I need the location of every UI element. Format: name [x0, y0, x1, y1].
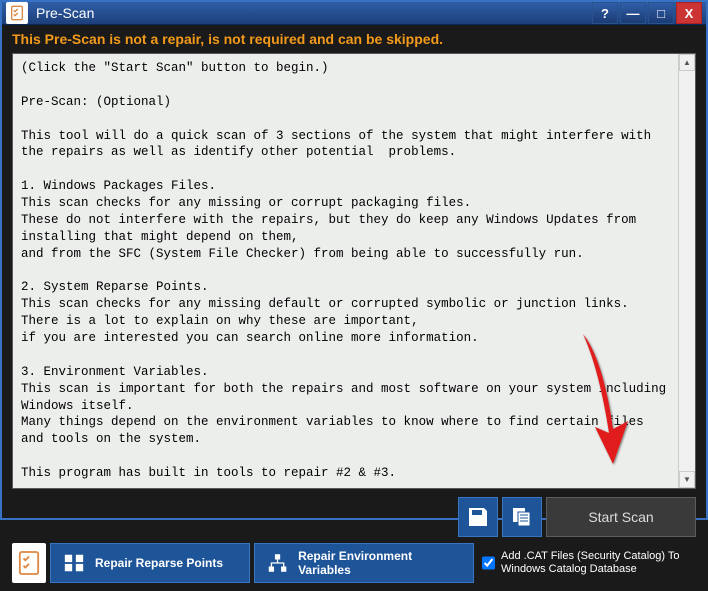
copy-button[interactable]: [502, 497, 542, 537]
titlebar[interactable]: Pre-Scan ? — □ X: [2, 2, 706, 25]
scroll-track[interactable]: [679, 71, 695, 471]
reparse-icon: [63, 552, 85, 574]
window-title: Pre-Scan: [36, 5, 592, 21]
close-button[interactable]: X: [676, 2, 702, 24]
checklist-icon: [12, 543, 46, 583]
add-cat-checkbox-row[interactable]: Add .CAT Files (Security Catalog) To Win…: [478, 543, 696, 583]
repair-reparse-button[interactable]: Repair Reparse Points: [50, 543, 250, 583]
minimize-button[interactable]: —: [620, 2, 646, 24]
warning-text: This Pre-Scan is not a repair, is not re…: [2, 25, 706, 49]
repair-env-button[interactable]: Repair Environment Variables: [254, 543, 474, 583]
scroll-down-arrow[interactable]: ▼: [679, 471, 695, 488]
scroll-up-arrow[interactable]: ▲: [679, 54, 695, 71]
app-icon: [6, 2, 28, 24]
action-row: Start Scan: [2, 491, 706, 541]
add-cat-label: Add .CAT Files (Security Catalog) To Win…: [501, 550, 696, 576]
bottom-toolbar: Repair Reparse Points Repair Environment…: [2, 541, 706, 591]
scan-output-panel: (Click the "Start Scan" button to begin.…: [12, 53, 696, 489]
help-button[interactable]: ?: [592, 2, 618, 24]
start-scan-button[interactable]: Start Scan: [546, 497, 696, 537]
save-button[interactable]: [458, 497, 498, 537]
copy-icon: [510, 505, 534, 529]
scan-output-text[interactable]: (Click the "Start Scan" button to begin.…: [13, 54, 678, 488]
window-frame: Pre-Scan ? — □ X This Pre-Scan is not a …: [0, 0, 708, 520]
titlebar-buttons: ? — □ X: [592, 2, 702, 24]
env-icon: [267, 552, 288, 574]
save-icon: [466, 505, 490, 529]
repair-reparse-label: Repair Reparse Points: [95, 556, 223, 570]
repair-env-label: Repair Environment Variables: [298, 549, 461, 577]
maximize-button[interactable]: □: [648, 2, 674, 24]
vertical-scrollbar[interactable]: ▲ ▼: [678, 54, 695, 488]
add-cat-checkbox[interactable]: [482, 556, 495, 570]
